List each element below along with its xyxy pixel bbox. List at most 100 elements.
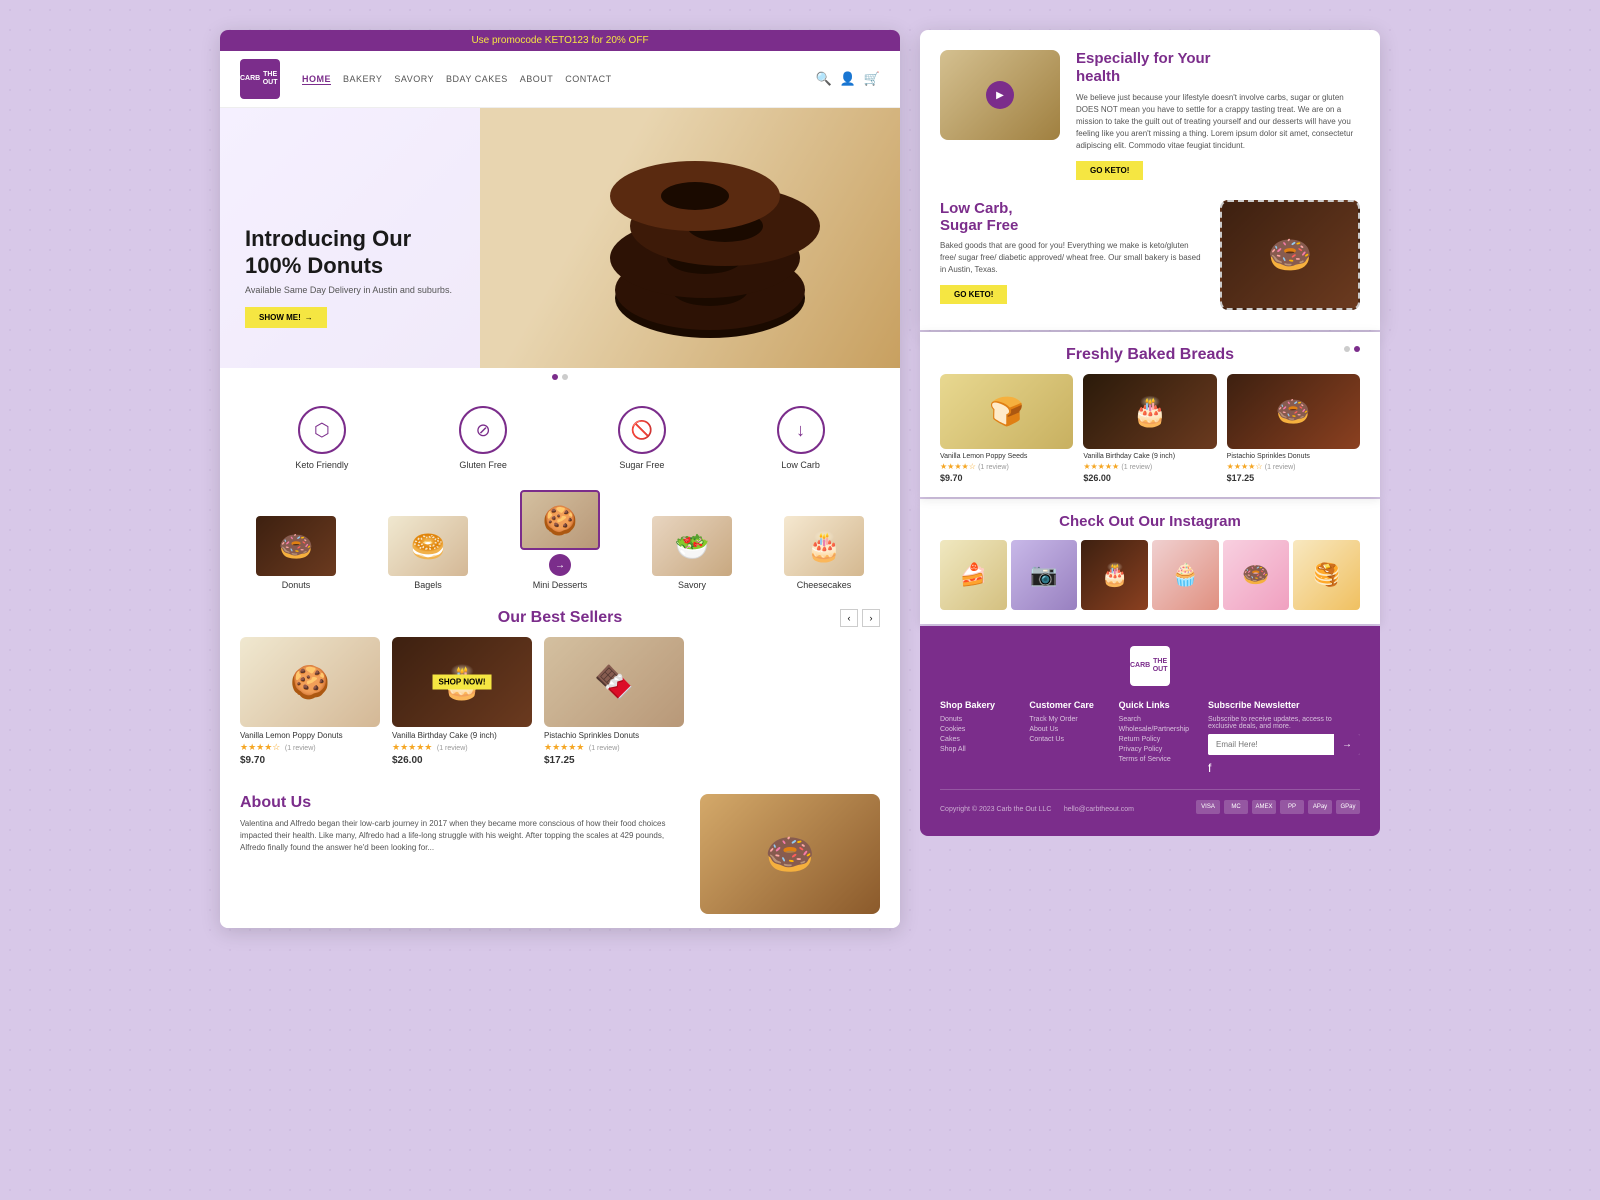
payment-icons: VISA MC AMEX PP APay GPay <box>1196 800 1360 814</box>
footer-logo: CARB THE OUT <box>940 646 1360 686</box>
keto-body: We believe just because your lifestyle d… <box>1076 92 1360 152</box>
nav-about[interactable]: ABOUT <box>520 74 554 85</box>
low-carb-image: 🍩 <box>1220 200 1360 310</box>
footer-shop-bakery: Shop Bakery Donuts Cookies Cakes Shop Al… <box>940 700 1013 775</box>
instagram-title: Check Out Our Instagram <box>940 513 1360 530</box>
go-keto-button-2[interactable]: GO KETO! <box>940 285 1007 304</box>
footer-care-title: Customer Care <box>1029 700 1102 710</box>
feature-lowcarb: ↓ Low Carb <box>777 406 825 470</box>
newsletter-email-input[interactable] <box>1208 734 1334 755</box>
nav-home[interactable]: HOME <box>302 74 331 85</box>
ig-post-5[interactable]: 🍩 <box>1223 540 1290 610</box>
play-button[interactable]: ▶ <box>986 81 1014 109</box>
cat-mini-arrow[interactable]: → <box>549 554 571 576</box>
footer-privacy-link[interactable]: Privacy Policy <box>1119 746 1192 753</box>
footer-quick-title: Quick Links <box>1119 700 1192 710</box>
freshly-1-img: 🍞 <box>940 374 1073 449</box>
dot-2[interactable] <box>562 374 568 380</box>
footer-terms-link[interactable]: Terms of Service <box>1119 756 1192 763</box>
about-section: About Us Valentina and Alfredo began the… <box>220 780 900 928</box>
cat-bagels[interactable]: 🥯 Bagels <box>388 516 468 590</box>
cat-donuts[interactable]: 🍩 Donuts <box>256 516 336 590</box>
newsletter-submit[interactable]: → <box>1334 734 1360 755</box>
nav-bdaycakes[interactable]: BDAY CAKES <box>446 74 508 85</box>
footer-social-fb[interactable]: f <box>1208 761 1360 775</box>
footer: CARB THE OUT Shop Bakery Donuts Cookies … <box>920 626 1380 836</box>
footer-wholesale-link[interactable]: Wholesale/Partnership <box>1119 726 1192 733</box>
feature-sugar: 🚫 Sugar Free <box>618 406 666 470</box>
ig-post-6[interactable]: 🥞 <box>1293 540 1360 610</box>
feature-lowcarb-label: Low Carb <box>781 460 820 470</box>
lowcarb-icon: ↓ <box>777 406 825 454</box>
left-panel: Use promocode KETO123 for 20% OFF CARB T… <box>220 30 900 928</box>
freshly-1-stars: ★★★★☆ (1 review) <box>940 462 1073 471</box>
gluten-icon: ⊘ <box>459 406 507 454</box>
footer-logo-box: CARB THE OUT <box>1130 646 1170 686</box>
freshly-dot-1[interactable] <box>1344 346 1350 352</box>
product-1-img: 🍪 <box>240 637 380 727</box>
freshly-products: 🍞 Vanilla Lemon Poppy Seeds ★★★★☆ (1 rev… <box>940 374 1360 483</box>
paypal-icon: PP <box>1280 800 1304 814</box>
search-icon[interactable]: 🔍 <box>815 71 831 87</box>
nav-savory[interactable]: SAVORY <box>394 74 434 85</box>
dot-1[interactable] <box>552 374 558 380</box>
feature-sugar-label: Sugar Free <box>619 460 664 470</box>
ig-post-4[interactable]: 🧁 <box>1152 540 1219 610</box>
low-carb-body: Baked goods that are good for you! Every… <box>940 240 1204 276</box>
footer-contact-link[interactable]: Contact Us <box>1029 736 1102 743</box>
freshly-dot-2[interactable] <box>1354 346 1360 352</box>
cat-bagels-img: 🥯 <box>388 516 468 576</box>
ig-post-1[interactable]: 🍰 <box>940 540 1007 610</box>
product-1: 🍪 Vanilla Lemon Poppy Donuts ★★★★☆ (1 re… <box>240 637 380 766</box>
about-title: About Us <box>240 794 684 812</box>
footer-cookies-link[interactable]: Cookies <box>940 726 1013 733</box>
cat-savory[interactable]: 🥗 Savory <box>652 516 732 590</box>
user-icon[interactable]: 👤 <box>840 71 856 87</box>
nav-links: HOME BAKERY SAVORY BDAY CAKES ABOUT CONT… <box>302 74 803 85</box>
cat-cheesecakes-img: 🎂 <box>784 516 864 576</box>
ig-post-3[interactable]: 🎂 <box>1081 540 1148 610</box>
mc-icon: MC <box>1224 800 1248 814</box>
product-2-price: $26.00 <box>392 755 532 766</box>
product-3-img: 🍫 <box>544 637 684 727</box>
nav-contact[interactable]: CONTACT <box>565 74 611 85</box>
shop-now-badge: SHOP NOW! <box>433 675 492 690</box>
footer-about-link[interactable]: About Us <box>1029 726 1102 733</box>
product-3-name: Pistachio Sprinkles Donuts <box>544 731 684 740</box>
cat-savory-img: 🥗 <box>652 516 732 576</box>
best-sellers-nav: ‹ › <box>840 609 880 627</box>
categories-row: 🍩 Donuts 🥯 Bagels 🍪 → Mini Desserts 🥗 Sa… <box>220 480 900 595</box>
footer-track-link[interactable]: Track My Order <box>1029 716 1102 723</box>
feature-gluten: ⊘ Gluten Free <box>459 406 507 470</box>
freshly-3: 🍩 Pistachio Sprinkles Donuts ★★★★☆ (1 re… <box>1227 374 1360 483</box>
hero-section: Introducing Our 100% Donuts Available Sa… <box>220 108 900 368</box>
footer-return-link[interactable]: Return Policy <box>1119 736 1192 743</box>
about-text: About Us Valentina and Alfredo began the… <box>240 794 684 914</box>
freshly-3-img: 🍩 <box>1227 374 1360 449</box>
instagram-grid: 🍰 📷 🎂 🧁 🍩 🥞 <box>940 540 1360 610</box>
cat-mini-img: 🍪 <box>520 490 600 550</box>
footer-search-link[interactable]: Search <box>1119 716 1192 723</box>
low-carb-content: Low Carb, Sugar Free Baked goods that ar… <box>940 200 1204 310</box>
show-me-button[interactable]: SHOW ME! → <box>245 307 327 328</box>
best-sellers-title: Our Best Sellers <box>220 595 900 637</box>
prev-btn[interactable]: ‹ <box>840 609 858 627</box>
footer-quick-links: Quick Links Search Wholesale/Partnership… <box>1119 700 1192 775</box>
cat-mini-desserts[interactable]: 🍪 → Mini Desserts <box>520 490 600 590</box>
footer-cakes-link[interactable]: Cakes <box>940 736 1013 743</box>
product-3-price: $17.25 <box>544 755 684 766</box>
logo[interactable]: CARB THE OUT <box>240 59 280 99</box>
cat-cheesecakes[interactable]: 🎂 Cheesecakes <box>784 516 864 590</box>
footer-donuts-link[interactable]: Donuts <box>940 716 1013 723</box>
next-btn[interactable]: › <box>862 609 880 627</box>
product-1-stars: ★★★★☆ (1 review) <box>240 742 380 753</box>
ig-post-2[interactable]: 📷 <box>1011 540 1078 610</box>
cat-donuts-label: Donuts <box>282 580 311 590</box>
keto-content: Especially for Your health We believe ju… <box>1076 50 1360 180</box>
cart-icon[interactable]: 🛒 <box>864 71 880 87</box>
nav-bakery[interactable]: BAKERY <box>343 74 382 85</box>
footer-shopall-link[interactable]: Shop All <box>940 746 1013 753</box>
right-top-section: ▶ Especially for Your health We believe … <box>920 30 1380 330</box>
freshly-2-name: Vanilla Birthday Cake (9 inch) <box>1083 453 1216 460</box>
go-keto-button-1[interactable]: GO KETO! <box>1076 161 1143 180</box>
